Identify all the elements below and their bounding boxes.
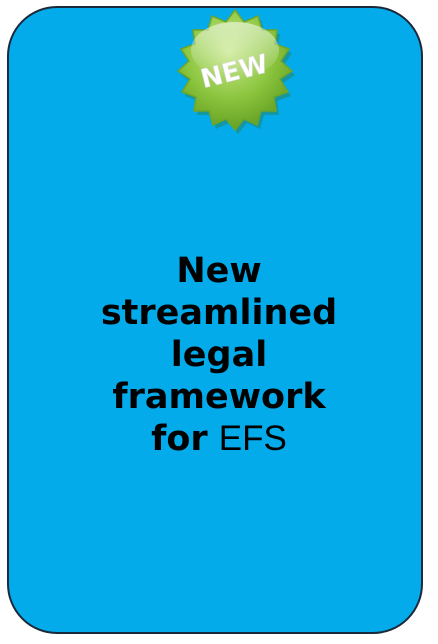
headline-line-5: for EFS bbox=[0, 418, 438, 460]
headline-line-4: framework bbox=[112, 377, 326, 417]
headline-line-3: legal bbox=[170, 335, 268, 375]
headline-line-1: New bbox=[176, 251, 262, 291]
new-badge-icon: NEW bbox=[176, 8, 295, 134]
headline-for: for bbox=[151, 419, 208, 459]
headline-efs: EFS bbox=[218, 419, 287, 458]
headline: New streamlined legal framework for EFS bbox=[0, 250, 438, 460]
headline-line-2: streamlined bbox=[100, 293, 338, 333]
